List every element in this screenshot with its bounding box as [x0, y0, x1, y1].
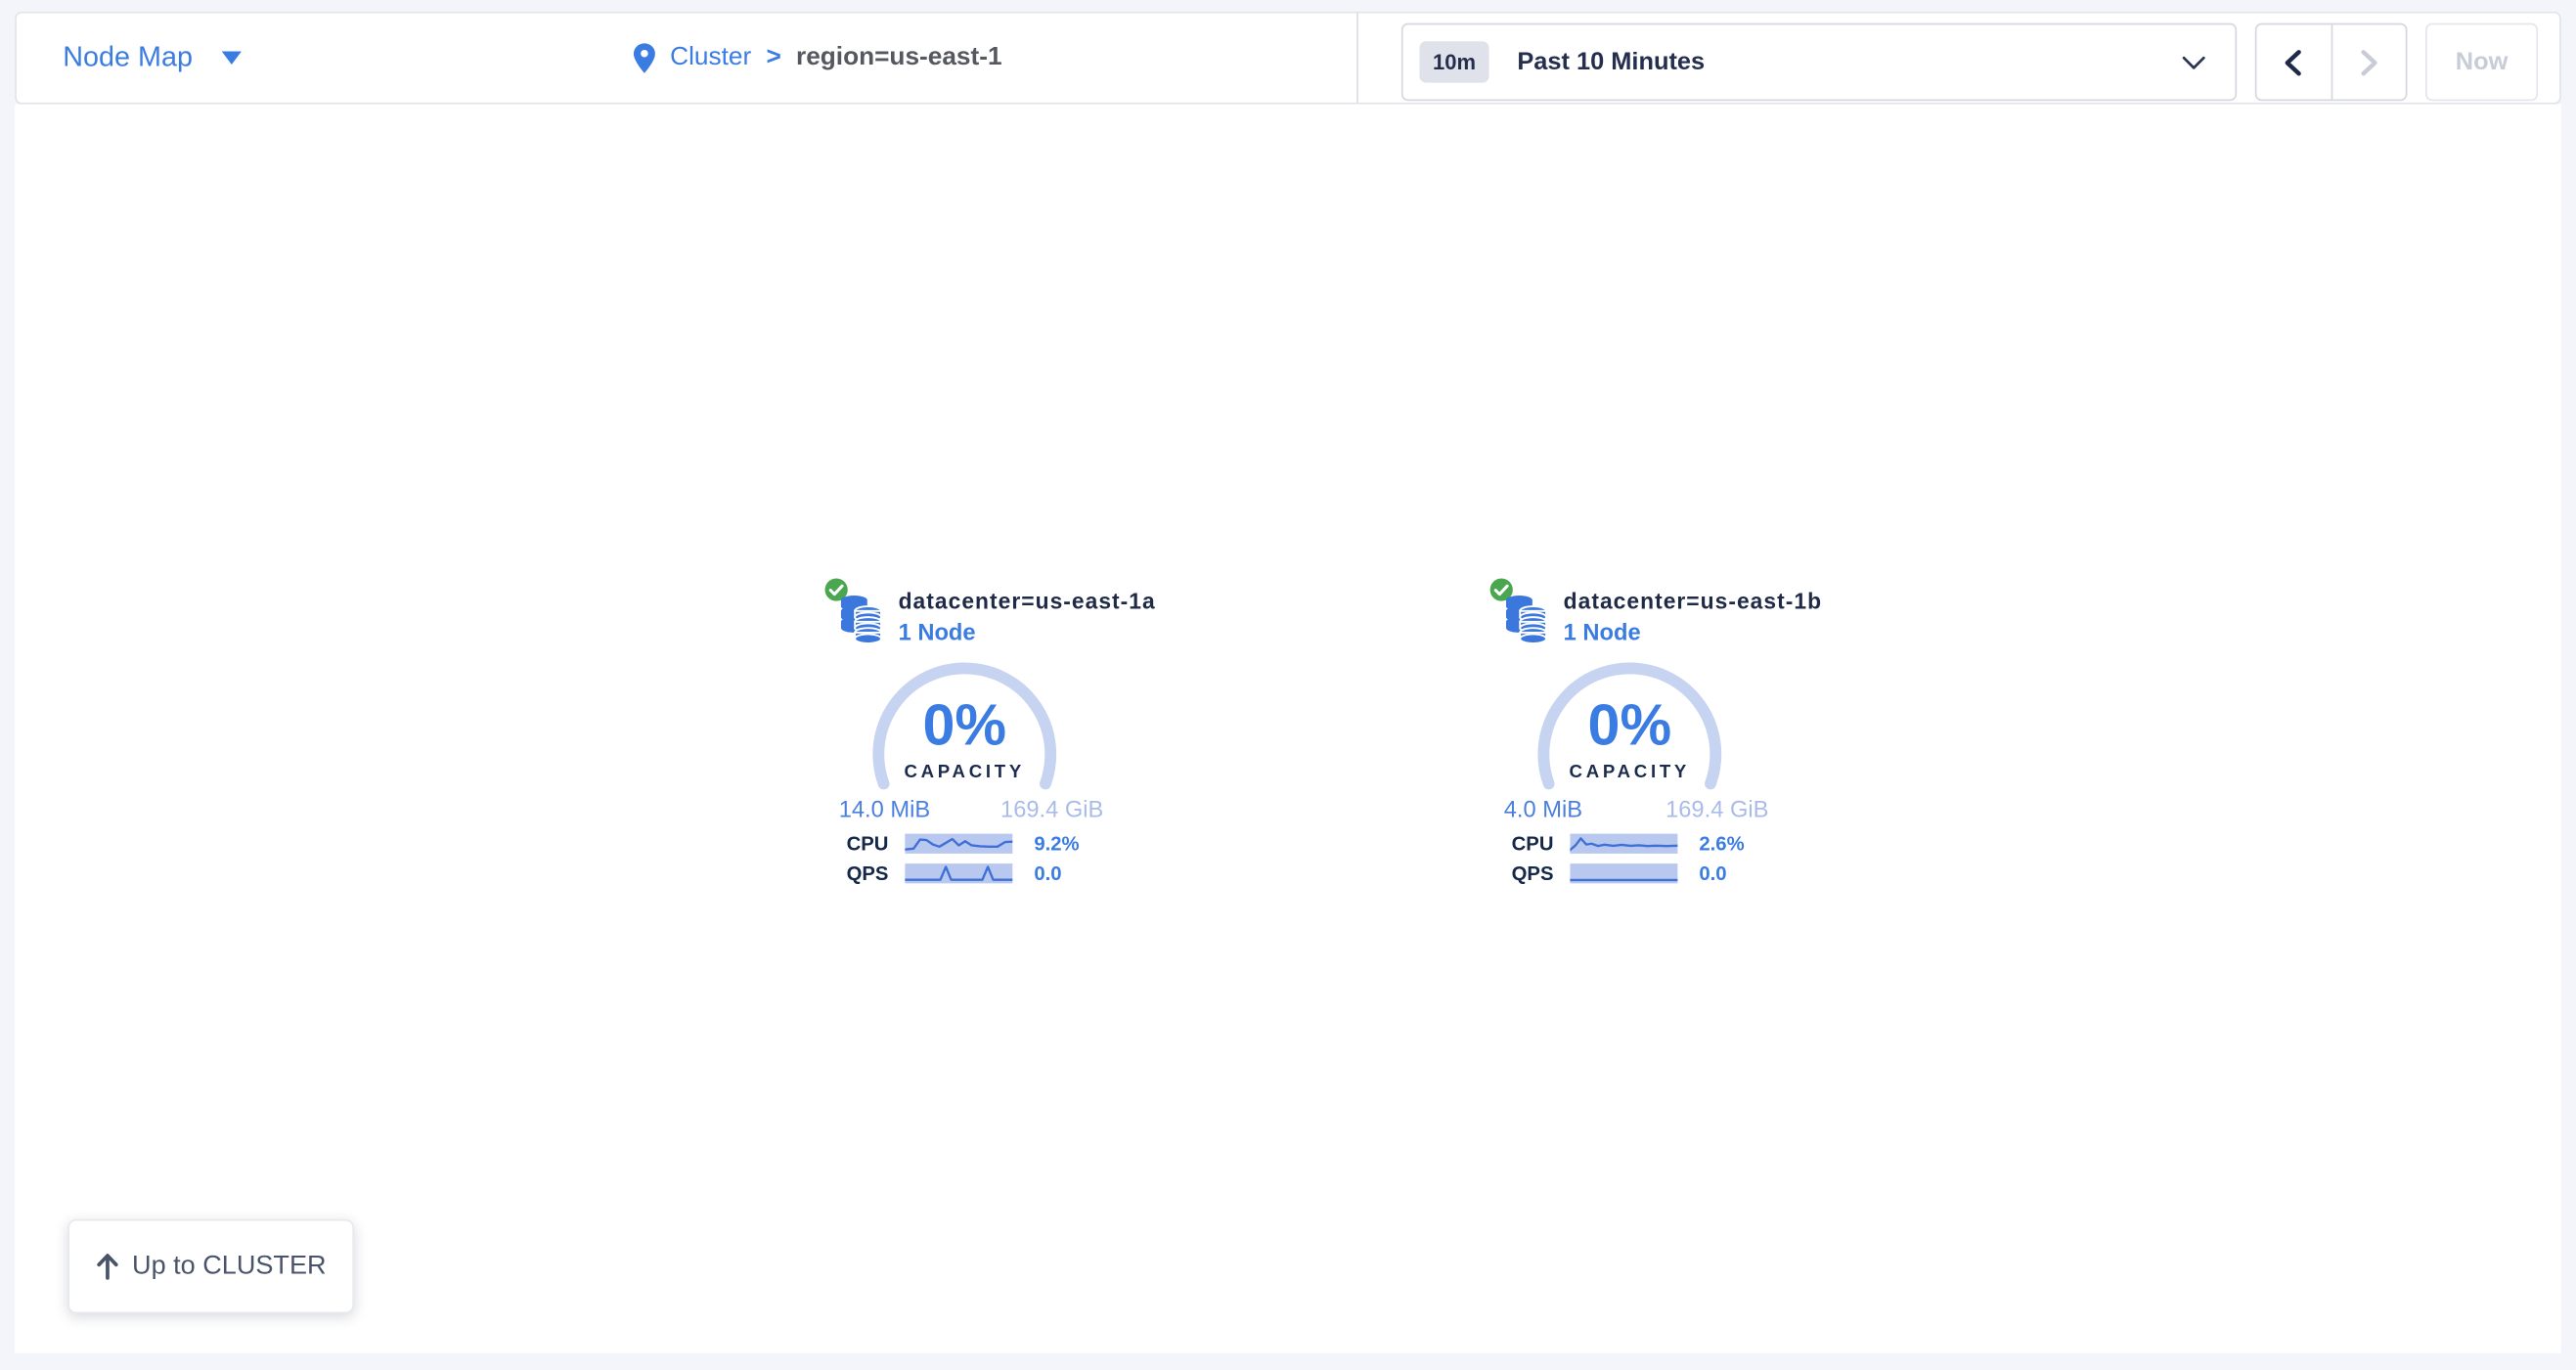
- locality-node-count: 1 Node: [899, 619, 976, 645]
- qps-value: 0.0: [1034, 862, 1061, 885]
- qps-sparkline: [1570, 863, 1677, 883]
- header-divider: [1356, 14, 1358, 103]
- location-pin-icon: [634, 42, 655, 73]
- database-stack-icon: [1502, 594, 1548, 643]
- breadcrumb: Cluster > region=us-east-1: [634, 14, 1002, 103]
- chevron-down-icon: [2182, 57, 2205, 70]
- cpu-label: CPU: [822, 832, 889, 856]
- locality-title: datacenter=us-east-1a: [899, 589, 1156, 613]
- cpu-metric-row: CPU 9.2%: [822, 830, 1220, 854]
- view-selector-label: Node Map: [63, 41, 193, 74]
- qps-metric-row: QPS 0.0: [822, 861, 1220, 884]
- up-to-cluster-button[interactable]: Up to CLUSTER: [67, 1219, 354, 1313]
- node-map-page: Node Map Cluster > region=us-east-1 10m …: [0, 0, 2576, 1370]
- node-map-canvas: [15, 105, 2561, 1353]
- cpu-metric-row: CPU 2.6%: [1488, 830, 1885, 854]
- cpu-label: CPU: [1488, 832, 1554, 856]
- cpu-value: 2.6%: [1699, 832, 1744, 856]
- time-step-button-group: [2255, 23, 2408, 102]
- time-window-label: Past 10 Minutes: [1517, 48, 1705, 76]
- locality-card-us-east-1b[interactable]: datacenter=us-east-1b 1 Node 0% CAPACITY…: [1488, 574, 1885, 905]
- capacity-percent: 0%: [1531, 696, 1729, 754]
- breadcrumb-current-locality: region=us-east-1: [796, 43, 1002, 72]
- time-window-badge: 10m: [1419, 41, 1488, 82]
- cpu-sparkline: [1570, 834, 1677, 854]
- capacity-used: 4.0 MiB: [1504, 796, 1582, 822]
- header-bar: Node Map Cluster > region=us-east-1 10m …: [15, 12, 2561, 105]
- capacity-values: 14.0 MiB 169.4 GiB: [839, 796, 1104, 822]
- caret-down-icon: [222, 51, 242, 65]
- qps-sparkline: [905, 863, 1012, 883]
- chevron-left-icon: [2286, 49, 2302, 75]
- breadcrumb-separator: >: [766, 43, 780, 72]
- cpu-value: 9.2%: [1034, 832, 1079, 856]
- capacity-values: 4.0 MiB 169.4 GiB: [1504, 796, 1769, 822]
- now-button[interactable]: Now: [2425, 23, 2538, 102]
- breadcrumb-cluster-link[interactable]: Cluster: [670, 43, 751, 72]
- time-window-dropdown[interactable]: 10m Past 10 Minutes: [1401, 23, 2237, 102]
- qps-metric-row: QPS 0.0: [1488, 861, 1885, 884]
- capacity-used: 14.0 MiB: [839, 796, 930, 822]
- arrow-up-icon: [96, 1253, 119, 1281]
- qps-label: QPS: [1488, 862, 1554, 885]
- view-selector-dropdown[interactable]: Node Map: [63, 14, 242, 103]
- locality-title: datacenter=us-east-1b: [1564, 589, 1822, 613]
- locality-node-count: 1 Node: [1564, 619, 1641, 645]
- capacity-available: 169.4 GiB: [1000, 796, 1103, 822]
- locality-card-us-east-1a[interactable]: datacenter=us-east-1a 1 Node 0% CAPACITY…: [822, 574, 1220, 905]
- time-step-back-button[interactable]: [2256, 24, 2332, 99]
- capacity-label: CAPACITY: [1531, 763, 1729, 782]
- qps-label: QPS: [822, 862, 889, 885]
- cpu-sparkline: [905, 834, 1012, 854]
- chevron-right-icon: [2361, 49, 2377, 75]
- database-stack-icon: [837, 594, 883, 643]
- capacity-percent: 0%: [866, 696, 1064, 754]
- qps-value: 0.0: [1699, 862, 1726, 885]
- capacity-label: CAPACITY: [866, 763, 1064, 782]
- capacity-available: 169.4 GiB: [1666, 796, 1768, 822]
- up-to-cluster-label: Up to CLUSTER: [132, 1252, 327, 1281]
- time-step-forward-button[interactable]: [2332, 24, 2405, 99]
